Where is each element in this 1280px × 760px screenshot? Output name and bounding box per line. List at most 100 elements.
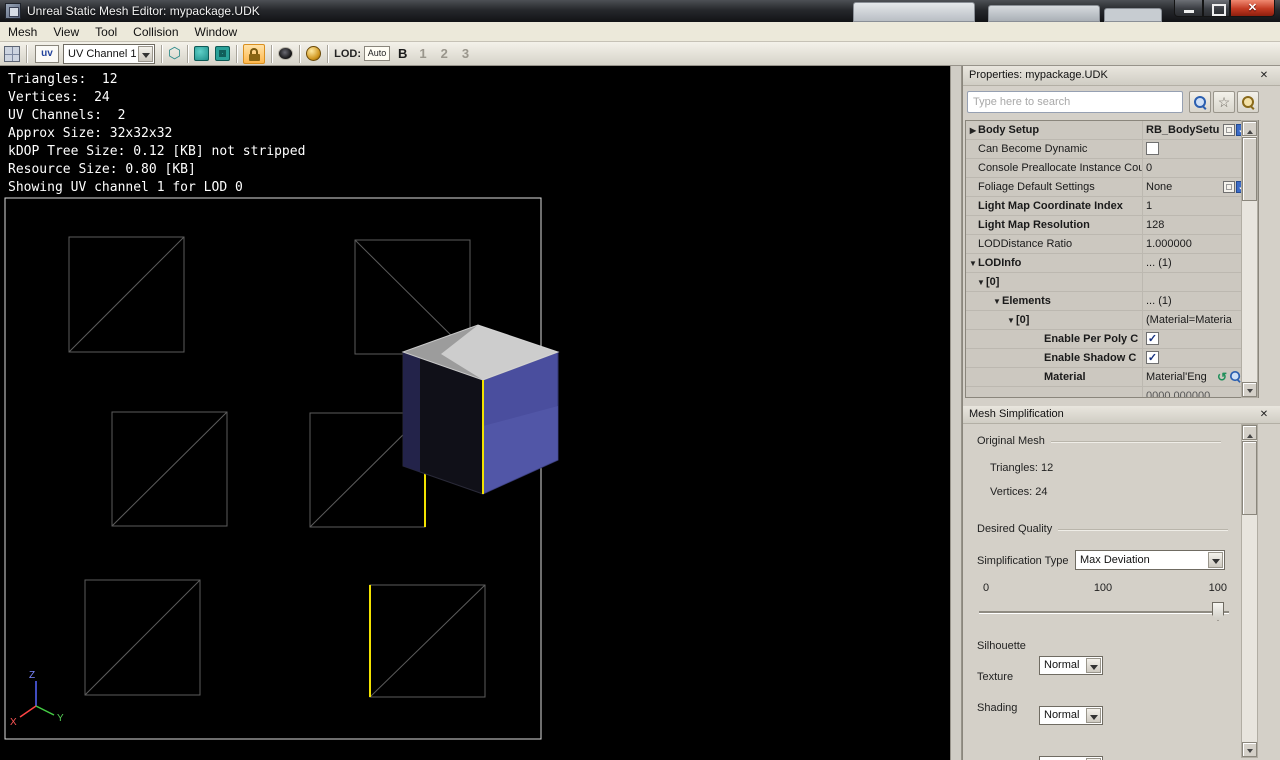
uv-viewport[interactable]: Triangles: 12 Vertices: 24 UV Channels: … xyxy=(0,66,950,760)
expand-down-icon[interactable]: ▼ xyxy=(992,297,1002,306)
solid-view-button[interactable] xyxy=(194,46,215,61)
property-row-element-0[interactable]: ▼ [0] (Material=Materia xyxy=(966,311,1258,330)
expand-down-icon[interactable]: ▼ xyxy=(976,278,986,287)
advanced-search-button[interactable] xyxy=(1237,91,1259,113)
property-row-material[interactable]: Material Material'Eng ↺ xyxy=(966,368,1258,387)
silhouette-label: Silhouette xyxy=(977,640,1026,652)
toolbar-separator xyxy=(161,44,162,63)
property-label: Can Become Dynamic xyxy=(978,143,1088,155)
quality-slider-track[interactable] xyxy=(979,611,1229,614)
menu-mesh[interactable]: Mesh xyxy=(0,22,45,42)
scroll-thumb[interactable] xyxy=(1242,137,1257,201)
chevron-down-icon[interactable] xyxy=(1208,552,1223,568)
scroll-thumb[interactable] xyxy=(1242,441,1257,515)
quality-slider-thumb[interactable] xyxy=(1212,602,1224,621)
menu-view[interactable]: View xyxy=(45,22,87,42)
lod-auto-button[interactable]: Auto xyxy=(364,46,390,61)
maximize-button[interactable] xyxy=(1203,0,1230,17)
use-current-icon[interactable]: ↺ xyxy=(1217,371,1227,383)
property-value[interactable]: 0 xyxy=(1146,162,1152,174)
checkbox[interactable] xyxy=(1146,142,1159,155)
property-search-input[interactable] xyxy=(967,91,1183,113)
property-value[interactable]: 1 xyxy=(1146,200,1152,212)
simplification-type-dropdown[interactable]: Max Deviation xyxy=(1075,550,1225,570)
close-button[interactable]: ✕ xyxy=(1230,0,1275,17)
simplification-close-icon[interactable]: ✕ xyxy=(1257,408,1271,422)
material-sphere-icon xyxy=(306,46,322,61)
texture-dropdown[interactable]: Normal xyxy=(1039,706,1103,725)
chevron-down-icon[interactable] xyxy=(1086,658,1101,673)
property-row-lod-distance-ratio[interactable]: LODDistance Ratio 1.000000 xyxy=(966,235,1258,254)
menubar: Mesh View Tool Collision Window xyxy=(0,22,1280,42)
property-label: Enable Per Poly C xyxy=(1044,333,1139,345)
eye-icon xyxy=(278,47,294,60)
lod-bias-button[interactable]: B xyxy=(398,46,407,61)
property-value[interactable]: 1.000000 xyxy=(1146,238,1192,250)
menu-tool[interactable]: Tool xyxy=(87,22,125,42)
silhouette-dropdown[interactable]: Normal xyxy=(1039,656,1103,675)
property-row-lightmap-coord-index[interactable]: Light Map Coordinate Index 1 xyxy=(966,197,1258,216)
property-value[interactable]: 128 xyxy=(1146,219,1164,231)
scroll-down-button[interactable] xyxy=(1242,742,1257,757)
scroll-up-button[interactable] xyxy=(1242,425,1257,440)
chevron-down-icon[interactable] xyxy=(138,45,153,62)
favorites-button[interactable]: ☆ xyxy=(1213,91,1235,113)
show-materials-button[interactable] xyxy=(306,46,322,61)
property-grid: ▶Body Setup RB_BodySetu ✓ Can Become Dyn… xyxy=(965,120,1259,398)
uv-overlay-toggle-button[interactable]: uv xyxy=(35,44,59,63)
property-value: ... (1) xyxy=(1146,257,1172,269)
properties-close-icon[interactable]: ✕ xyxy=(1257,69,1271,83)
expand-right-icon[interactable]: ▶ xyxy=(968,126,978,135)
lod-2-button[interactable]: 2 xyxy=(441,46,448,61)
property-row-enable-per-poly[interactable]: Enable Per Poly C ✓ xyxy=(966,330,1258,349)
wireframe-view-button[interactable]: ⬡ xyxy=(168,45,181,63)
lock-camera-button[interactable] xyxy=(243,43,266,64)
viewport-layout-button[interactable] xyxy=(4,45,20,62)
property-row-lodinfo-0[interactable]: ▼ [0] xyxy=(966,273,1258,292)
lod-3-button[interactable]: 3 xyxy=(462,46,469,61)
property-row-foliage-defaults[interactable]: Foliage Default Settings None ✓ xyxy=(966,178,1258,197)
property-row-lodinfo[interactable]: ▼ LODInfo ... (1) xyxy=(966,254,1258,273)
scroll-up-button[interactable] xyxy=(1242,121,1257,136)
property-label: [0] xyxy=(1016,314,1030,326)
property-label: Console Preallocate Instance Cou xyxy=(978,162,1142,174)
show-in-browser-button[interactable] xyxy=(1223,124,1235,136)
minimize-button[interactable] xyxy=(1174,0,1203,17)
properties-scrollbar[interactable] xyxy=(1241,120,1258,398)
simplification-scrollbar[interactable] xyxy=(1241,424,1258,758)
realtime-preview-button[interactable] xyxy=(278,47,294,60)
property-row-clipped[interactable]: 0000.000000 xyxy=(966,387,1258,397)
titlebar[interactable]: Unreal Static Mesh Editor: mypackage.UDK… xyxy=(0,0,1280,22)
panel-splitter[interactable] xyxy=(950,66,962,760)
toolbar-separator xyxy=(26,44,27,63)
scale-max-label: 100 xyxy=(1208,582,1227,594)
toolbar-separator xyxy=(299,44,301,63)
show-in-browser-button[interactable] xyxy=(1223,181,1235,193)
preview-cube[interactable] xyxy=(401,324,560,495)
chevron-down-icon[interactable] xyxy=(1086,708,1101,723)
texture-value: Normal xyxy=(1044,709,1080,721)
property-label: Body Setup xyxy=(978,124,1040,136)
checkbox-checked[interactable]: ✓ xyxy=(1146,351,1159,364)
expand-down-icon[interactable]: ▼ xyxy=(1006,316,1016,325)
property-row-enable-shadow[interactable]: Enable Shadow C ✓ xyxy=(966,349,1258,368)
property-row-lightmap-resolution[interactable]: Light Map Resolution 128 xyxy=(966,216,1258,235)
menu-collision[interactable]: Collision xyxy=(125,22,186,42)
uv-channel-value: UV Channel 1 xyxy=(68,47,137,60)
uv-channel-dropdown[interactable]: UV Channel 1 xyxy=(63,43,155,64)
property-row-body-setup[interactable]: ▶Body Setup RB_BodySetu ✓ xyxy=(966,121,1258,140)
property-row-elements[interactable]: ▼ Elements ... (1) xyxy=(966,292,1258,311)
lod-1-button[interactable]: 1 xyxy=(419,46,426,61)
find-in-browser-icon[interactable] xyxy=(1229,370,1241,382)
scroll-down-button[interactable] xyxy=(1242,382,1257,397)
expand-down-icon[interactable]: ▼ xyxy=(968,259,978,268)
menu-window[interactable]: Window xyxy=(187,22,246,42)
property-label: Light Map Coordinate Index xyxy=(978,200,1123,212)
property-row-can-become-dynamic[interactable]: Can Become Dynamic xyxy=(966,140,1258,159)
search-button[interactable] xyxy=(1189,91,1211,113)
checkbox-checked[interactable]: ✓ xyxy=(1146,332,1159,345)
textured-view-button[interactable] xyxy=(215,46,231,61)
shading-dropdown[interactable]: Normal xyxy=(1039,756,1103,760)
property-row-console-preallocate[interactable]: Console Preallocate Instance Cou 0 xyxy=(966,159,1258,178)
toolbar-separator xyxy=(187,44,189,63)
